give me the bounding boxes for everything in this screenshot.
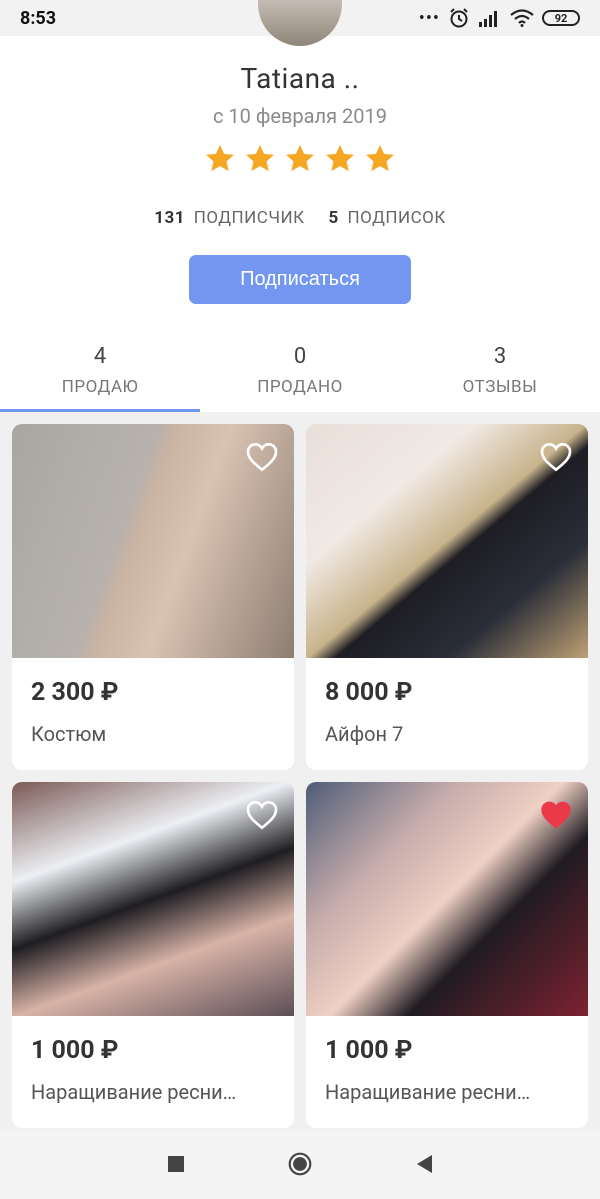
wifi-icon <box>510 9 534 27</box>
tab-label: ОТЗЫВЫ <box>462 377 538 397</box>
recents-icon <box>168 1156 184 1172</box>
signal-icon <box>479 11 497 27</box>
listing-photo[interactable] <box>306 782 588 1016</box>
alarm-icon <box>450 8 468 28</box>
star-icon <box>366 145 394 171</box>
favorite-icon[interactable] <box>246 442 278 472</box>
home-button[interactable] <box>288 1152 312 1176</box>
star-icon <box>286 145 314 171</box>
back-button[interactable] <box>412 1152 436 1176</box>
tab-reviews[interactable]: 3 ОТЗЫВЫ <box>400 336 600 412</box>
tab-count: 3 <box>493 344 507 369</box>
listing-title: Костюм <box>31 722 107 746</box>
status-icons: ••• 92 <box>419 7 580 29</box>
following-link[interactable]: 5 ПОДПИСОК <box>329 208 446 228</box>
listing-price: 1 000 ₽ <box>325 1036 413 1065</box>
listing-price: 1 000 ₽ <box>31 1036 119 1065</box>
tab-count: 0 <box>293 344 307 369</box>
listing-title: Айфон 7 <box>325 722 404 746</box>
member-since: с 10 февраля 2019 <box>213 104 387 128</box>
star-icon <box>246 145 274 171</box>
listing-title: Наращивание ресни… <box>31 1080 237 1104</box>
listing-card[interactable]: 8 000 ₽ Айфон 7 <box>306 424 588 770</box>
followers-count: 131 <box>154 208 185 228</box>
tab-selling[interactable]: 4 ПРОДАЮ <box>0 336 200 412</box>
followers-label: ПОДПИСЧИК <box>193 208 305 228</box>
tab-label: ПРОДАЮ <box>61 377 139 397</box>
rating-stars <box>0 143 600 175</box>
back-icon <box>417 1155 432 1173</box>
following-count: 5 <box>328 208 339 228</box>
profile-name: Tatiana .. <box>240 62 360 95</box>
followers-link[interactable]: 131 ПОДПИСЧИК <box>154 208 304 228</box>
star-icon <box>206 145 234 171</box>
favorite-icon[interactable] <box>540 442 572 472</box>
listing-photo[interactable] <box>12 782 294 1016</box>
listing-photo[interactable] <box>306 424 588 658</box>
favorite-icon[interactable] <box>246 800 278 830</box>
star-icon <box>326 145 354 171</box>
notification-dots: ••• <box>418 7 440 29</box>
profile-header: Tatiana .. с 10 февраля 2019 131 ПОДПИСЧ… <box>0 0 600 412</box>
tab-label: ПРОДАНО <box>257 377 343 397</box>
battery-icon: 92 <box>542 10 580 26</box>
listing-price: 2 300 ₽ <box>31 678 119 707</box>
listing-card[interactable]: 2 300 ₽ Костюм <box>12 424 294 770</box>
avatar[interactable] <box>258 0 342 46</box>
battery-level: 92 <box>554 11 568 25</box>
recents-button[interactable] <box>164 1152 188 1176</box>
follow-counts: 131 ПОДПИСЧИК 5 ПОДПИСОК <box>0 208 600 228</box>
listing-title: Наращивание ресни… <box>325 1080 531 1104</box>
listing-photo[interactable] <box>12 424 294 658</box>
favorite-filled-icon[interactable] <box>540 800 572 830</box>
system-nav-bar <box>0 1129 600 1199</box>
tab-sold[interactable]: 0 ПРОДАНО <box>200 336 400 412</box>
listing-price: 8 000 ₽ <box>325 678 413 707</box>
following-label: ПОДПИСОК <box>347 208 446 228</box>
listing-card[interactable]: 1 000 ₽ Наращивание ресни… <box>306 782 588 1128</box>
tab-count: 4 <box>93 344 107 369</box>
listings-grid: 2 300 ₽ Костюм 8 000 ₽ Айфон 7 1 000 ₽ Н… <box>12 424 588 1128</box>
home-icon <box>288 1152 312 1176</box>
listing-card[interactable]: 1 000 ₽ Наращивание ресни… <box>12 782 294 1128</box>
subscribe-button[interactable]: Подписаться <box>189 255 411 304</box>
status-time: 8:53 <box>20 7 57 29</box>
profile-tabs: 4 ПРОДАЮ 0 ПРОДАНО 3 ОТЗЫВЫ <box>0 336 600 412</box>
